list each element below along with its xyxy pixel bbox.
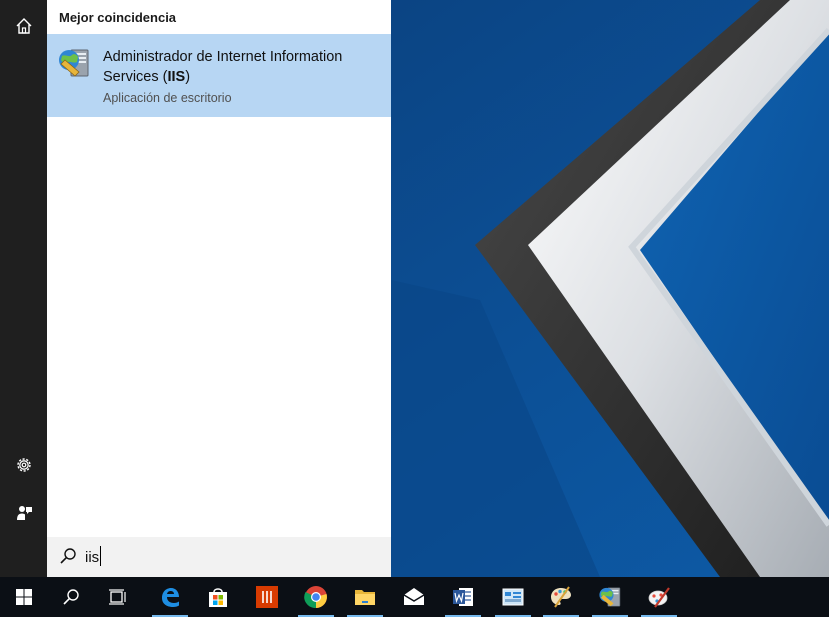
best-match-subtitle: Aplicación de escritorio — [103, 91, 232, 105]
control-panel-icon — [502, 588, 524, 606]
iis-manager-taskbar-button[interactable] — [586, 577, 634, 617]
store-taskbar-button[interactable] — [194, 577, 242, 617]
control-panel-taskbar-button[interactable] — [489, 577, 537, 617]
windows-logo-icon — [16, 589, 32, 605]
paint-brush-icon — [648, 587, 670, 608]
best-match-result[interactable]: Administrador de Internet Information Se… — [47, 34, 391, 117]
search-results-pane: Mejor coincidencia Administrador de Inte… — [47, 0, 391, 577]
search-icon — [60, 548, 76, 564]
folder-icon — [355, 590, 375, 605]
taskbar-search-button[interactable] — [47, 577, 95, 617]
chrome-icon — [304, 586, 327, 609]
settings-button[interactable] — [0, 441, 47, 489]
feedback-icon — [16, 506, 32, 520]
chrome-taskbar-button[interactable] — [292, 577, 340, 617]
task-view-button[interactable] — [94, 577, 142, 617]
feedback-button[interactable] — [0, 489, 47, 537]
mail-icon — [403, 588, 425, 605]
best-match-title: Administrador de Internet Information Se… — [103, 49, 343, 85]
mail-taskbar-button[interactable] — [390, 577, 438, 617]
settings-icon — [16, 458, 31, 472]
search-input[interactable] — [85, 545, 365, 569]
text-caret — [100, 546, 101, 566]
start-rail — [0, 0, 47, 577]
edge-taskbar-button[interactable] — [146, 577, 194, 617]
home-icon — [16, 18, 31, 34]
edge-icon — [162, 588, 179, 607]
start-button[interactable] — [0, 577, 48, 617]
iis-manager-icon — [59, 49, 89, 77]
task-view-icon — [109, 589, 126, 605]
iis-manager-icon — [599, 587, 621, 607]
paint-taskbar-button[interactable] — [537, 577, 585, 617]
paint-alt-taskbar-button[interactable] — [635, 577, 683, 617]
best-match-header: Mejor coincidencia — [59, 10, 177, 25]
search-box[interactable] — [47, 537, 391, 577]
home-button[interactable] — [0, 2, 47, 50]
paint-palette-icon — [551, 586, 571, 608]
store-icon — [209, 588, 227, 607]
word-icon — [453, 588, 473, 606]
word-taskbar-button[interactable] — [439, 577, 487, 617]
office-icon — [256, 586, 278, 608]
taskbar — [0, 577, 829, 617]
file-explorer-taskbar-button[interactable] — [341, 577, 389, 617]
office-taskbar-button[interactable] — [243, 577, 291, 617]
search-icon — [63, 589, 79, 605]
